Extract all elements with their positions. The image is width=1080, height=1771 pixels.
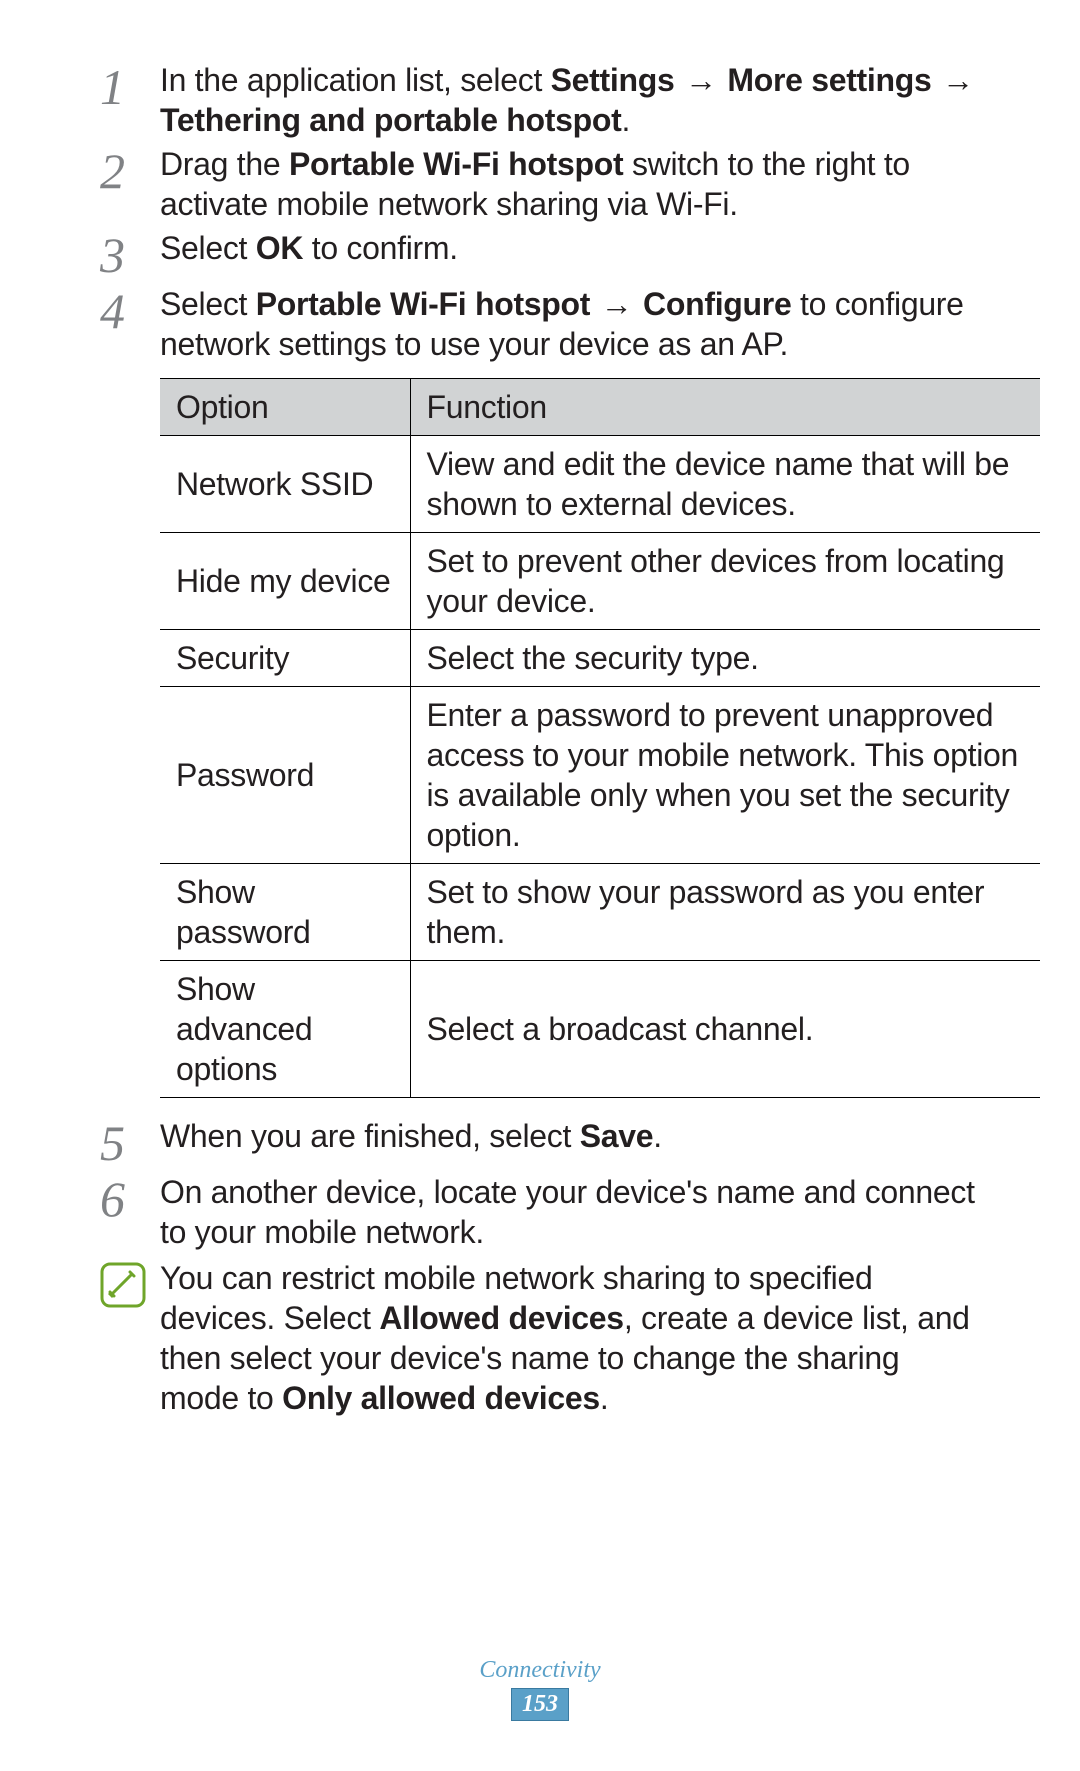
table-cell-function: Select the security type. bbox=[410, 630, 1040, 687]
table-cell-option: Hide my device bbox=[160, 533, 410, 630]
table-cell-option: Security bbox=[160, 630, 410, 687]
step-text: In the application list, select Settings… bbox=[160, 60, 980, 140]
table-cell-option: Network SSID bbox=[160, 436, 410, 533]
step-item: 4 Select Portable Wi-Fi hotspot → Config… bbox=[100, 284, 980, 364]
step-number: 5 bbox=[100, 1116, 160, 1168]
table-header-function: Function bbox=[410, 379, 1040, 436]
note-block: You can restrict mobile network sharing … bbox=[100, 1258, 980, 1418]
table-cell-function: Select a broadcast channel. bbox=[410, 961, 1040, 1098]
table-row: Network SSIDView and edit the device nam… bbox=[160, 436, 1040, 533]
options-table: Option Function Network SSIDView and edi… bbox=[160, 378, 1040, 1098]
table-cell-function: Set to prevent other devices from locati… bbox=[410, 533, 1040, 630]
table-cell-function: View and edit the device name that will … bbox=[410, 436, 1040, 533]
step-text: Select OK to confirm. bbox=[160, 228, 980, 268]
table-cell-function: Enter a password to prevent unapproved a… bbox=[410, 687, 1040, 864]
table-row: Show advanced optionsSelect a broadcast … bbox=[160, 961, 1040, 1098]
step-text: Drag the Portable Wi-Fi hotspot switch t… bbox=[160, 144, 980, 224]
step-list-2: 5 When you are finished, select Save. 6 … bbox=[100, 1116, 980, 1252]
footer-section: Connectivity bbox=[0, 1657, 1080, 1684]
note-icon bbox=[100, 1258, 160, 1308]
step-text: Select Portable Wi-Fi hotspot → Configur… bbox=[160, 284, 980, 364]
step-text: When you are finished, select Save. bbox=[160, 1116, 980, 1156]
step-number: 2 bbox=[100, 144, 160, 196]
table-header-option: Option bbox=[160, 379, 410, 436]
table-row: SecuritySelect the security type. bbox=[160, 630, 1040, 687]
step-number: 3 bbox=[100, 228, 160, 280]
footer-page-number: 153 bbox=[511, 1688, 569, 1721]
step-item: 5 When you are finished, select Save. bbox=[100, 1116, 980, 1168]
table-cell-function: Set to show your password as you enter t… bbox=[410, 864, 1040, 961]
table-cell-option: Show advanced options bbox=[160, 961, 410, 1098]
table-row: PasswordEnter a password to prevent unap… bbox=[160, 687, 1040, 864]
page-footer: Connectivity 153 bbox=[0, 1657, 1080, 1721]
table-header-row: Option Function bbox=[160, 379, 1040, 436]
table-cell-option: Show password bbox=[160, 864, 410, 961]
step-text: On another device, locate your device's … bbox=[160, 1172, 980, 1252]
step-number: 1 bbox=[100, 60, 160, 112]
step-list-1: 1 In the application list, select Settin… bbox=[100, 60, 980, 364]
step-item: 3 Select OK to confirm. bbox=[100, 228, 980, 280]
manual-page: 1 In the application list, select Settin… bbox=[0, 0, 1080, 1771]
table-row: Hide my deviceSet to prevent other devic… bbox=[160, 533, 1040, 630]
note-text: You can restrict mobile network sharing … bbox=[160, 1258, 980, 1418]
step-number: 4 bbox=[100, 284, 160, 336]
table-body: Network SSIDView and edit the device nam… bbox=[160, 436, 1040, 1098]
step-item: 1 In the application list, select Settin… bbox=[100, 60, 980, 140]
step-item: 2 Drag the Portable Wi-Fi hotspot switch… bbox=[100, 144, 980, 224]
table-cell-option: Password bbox=[160, 687, 410, 864]
step-number: 6 bbox=[100, 1172, 160, 1224]
table-row: Show passwordSet to show your password a… bbox=[160, 864, 1040, 961]
step-item: 6 On another device, locate your device'… bbox=[100, 1172, 980, 1252]
